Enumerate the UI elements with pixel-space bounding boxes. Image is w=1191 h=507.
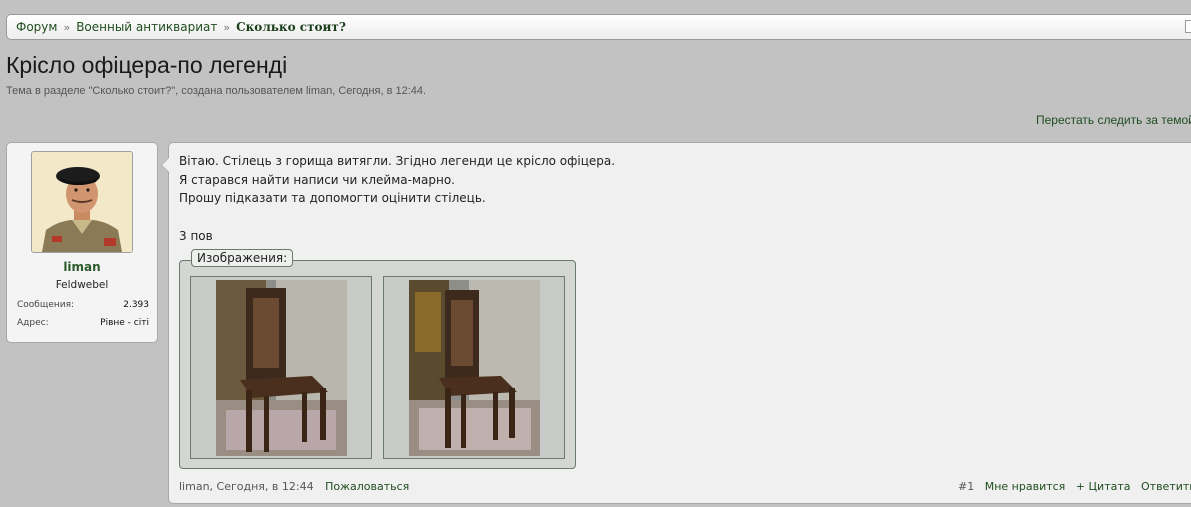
user-rank: Feldwebel [55, 279, 109, 291]
unwatch-thread-link[interactable]: Перестать следить за темой [1036, 113, 1191, 127]
user-info-panel: liman Feldwebel Сообщения: 2.393 Адрес: … [6, 142, 158, 343]
attached-images: Изображения: [179, 249, 576, 469]
post-text-line: Прошу підказати та допомогти оцінити сті… [179, 191, 486, 205]
page-icon[interactable] [1185, 20, 1191, 33]
breadcrumb-forum[interactable]: Форум [16, 20, 57, 34]
user-stat-messages: Сообщения: 2.393 [17, 300, 149, 310]
breadcrumb-separator: » [223, 20, 231, 34]
post-footer-actions: #1 Мне нравится + Цитата Ответить [958, 480, 1191, 493]
post-number[interactable]: #1 [958, 480, 974, 493]
post-text-line: Я старався найти написи чи клейма-марно. [179, 173, 455, 187]
breadcrumb-separator: » [63, 20, 71, 34]
user-stat-address: Адрес: Рівне - сіті [17, 318, 149, 328]
breadcrumb: Форум » Военный антиквариат » Сколько ст… [6, 14, 1191, 40]
stat-label: Адрес: [17, 318, 49, 328]
avatar[interactable] [31, 151, 133, 253]
attachments-label: Изображения: [191, 249, 294, 267]
breadcrumb-current[interactable]: Сколько стоит? [236, 20, 346, 34]
chair-photo-image [216, 280, 347, 456]
stat-label: Сообщения: [17, 300, 75, 310]
reply-link[interactable]: Ответить [1141, 480, 1191, 493]
post-text-line: 3 пов [179, 229, 213, 243]
chair-photo-image [409, 280, 540, 456]
quote-link[interactable]: + Цитата [1076, 480, 1131, 493]
stat-value: 2.393 [123, 300, 149, 310]
thread-meta: Тема в разделе "Сколько стоит?", создана… [6, 85, 427, 97]
like-link[interactable]: Мне нравится [985, 480, 1066, 493]
post-footer-author: liman, Сегодня, в 12:44 Пожаловаться [179, 480, 409, 493]
attachment-thumbnail[interactable] [190, 276, 372, 459]
report-link[interactable]: Пожаловаться [325, 480, 409, 493]
attachment-thumbnail[interactable] [383, 276, 565, 459]
stat-value: Рівне - сіті [100, 318, 149, 328]
post-text-line: Вітаю. Стілець з горища витягли. Згідно … [179, 154, 616, 168]
breadcrumb-military-antiques[interactable]: Военный антиквариат [76, 20, 217, 34]
post-message: Вітаю. Стілець з горища витягли. Згідно … [161, 142, 1191, 504]
post-author-time[interactable]: liman, Сегодня, в 12:44 [179, 480, 314, 493]
username[interactable]: liman [7, 260, 157, 274]
page-title: Крісло офіцера-по легенді [6, 52, 288, 78]
avatar-portrait-image [32, 152, 132, 252]
